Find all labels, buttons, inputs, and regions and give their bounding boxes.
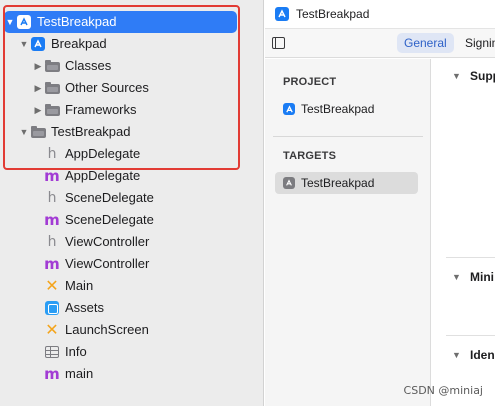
nav-item-classes-folder[interactable]: ▶ Classes [0,55,264,77]
objc-file-icon: m [44,254,60,273]
nav-item-launchscreen[interactable]: ✕ LaunchScreen [0,319,264,341]
nav-item-testbreakpad-project[interactable]: ▼ TestBreakpad [4,11,237,33]
nav-item-label: AppDelegate [65,168,141,183]
nav-item-label: main [65,366,94,381]
folder-icon [44,80,60,96]
chevron-down-icon[interactable]: ▼ [452,350,461,360]
nav-item-label: SceneDelegate [65,212,154,227]
target-item-label: TestBreakpad [301,176,375,190]
nav-item-label: AppDelegate [65,146,141,161]
editor-tab-bar: General Signing [265,29,495,58]
divider [446,257,495,258]
project-targets-list: PROJECT TestBreakpad TARGETS TestBreakpa… [265,59,431,406]
chevron-down-icon[interactable]: ▼ [18,121,30,143]
xcode-project-icon [283,103,295,115]
tab-signing[interactable]: Signing [465,33,495,53]
settings-pane: ▼ Supp ▼ Mini ▼ Iden [432,59,495,406]
nav-item-viewcontroller-m[interactable]: m ViewController [0,253,264,275]
editor-jump-bar[interactable]: TestBreakpad [265,0,495,29]
app-target-icon [283,177,295,189]
nav-item-label: LaunchScreen [65,322,149,337]
project-navigator: ▼ TestBreakpad ▼ Breakpad ▶ Classes ▶ Ot… [0,0,264,406]
nav-item-label: Other Sources [65,80,149,95]
header-file-icon: h [47,146,57,162]
nav-item-appdelegate-m[interactable]: m AppDelegate [0,165,264,187]
chevron-right-icon[interactable]: ▶ [32,77,44,99]
nav-item-viewcontroller-h[interactable]: h ViewController [0,231,264,253]
plist-icon [44,344,60,360]
xcode-project-icon [275,7,289,21]
asset-catalog-icon [44,300,60,316]
nav-item-label: ViewController [65,256,150,271]
chevron-down-icon[interactable]: ▼ [18,33,30,55]
objc-file-icon: m [44,210,60,229]
chevron-right-icon[interactable]: ▶ [32,55,44,77]
target-item[interactable]: TestBreakpad [275,172,418,194]
xcode-project-icon [30,36,46,52]
nav-item-label: Info [65,344,87,359]
targets-section-header: TARGETS [283,150,337,162]
watermark: CSDN @miniaj [403,384,483,397]
section-supported-destinations[interactable]: Supp [470,69,495,83]
nav-item-label: Main [65,278,94,293]
nav-item-label: Breakpad [51,36,107,51]
nav-item-label: Assets [65,300,105,315]
divider [273,136,423,137]
nav-item-breakpad-project[interactable]: ▼ Breakpad [0,33,264,55]
divider [446,335,495,336]
objc-file-icon: m [44,166,60,185]
nav-item-label: TestBreakpad [51,124,131,139]
nav-item-testbreakpad-folder[interactable]: ▼ TestBreakpad [0,121,264,143]
nav-item-scenedelegate-h[interactable]: h SceneDelegate [0,187,264,209]
folder-icon [44,58,60,74]
section-identity[interactable]: Iden [470,348,495,362]
nav-item-other-sources-folder[interactable]: ▶ Other Sources [0,77,264,99]
nav-item-label: Classes [65,58,112,73]
nav-item-scenedelegate-m[interactable]: m SceneDelegate [0,209,264,231]
objc-file-icon: m [44,364,60,383]
nav-item-label: SceneDelegate [65,190,154,205]
folder-icon [30,124,46,140]
storyboard-icon: ✕ [45,276,59,295]
nav-item-label: TestBreakpad [37,14,117,29]
nav-item-label: ViewController [65,234,150,249]
nav-item-main-storyboard[interactable]: ✕ Main [0,275,264,297]
nav-item-assets[interactable]: Assets [0,297,264,319]
section-minimum-deployments[interactable]: Mini [470,270,494,284]
sidebar-toggle-icon[interactable] [272,37,285,49]
project-section-header: PROJECT [283,76,337,88]
storyboard-icon: ✕ [45,320,59,339]
editor-title: TestBreakpad [296,7,370,21]
nav-item-frameworks-folder[interactable]: ▶ Frameworks [0,99,264,121]
xcode-project-icon [16,14,32,30]
project-item-label: TestBreakpad [301,102,375,116]
header-file-icon: h [47,190,57,206]
folder-icon [44,102,60,118]
chevron-down-icon[interactable]: ▼ [452,272,461,282]
chevron-down-icon[interactable]: ▼ [4,11,16,33]
project-item[interactable]: TestBreakpad [275,98,418,120]
nav-item-info-plist[interactable]: Info [0,341,264,363]
nav-item-main-m[interactable]: m main [0,363,264,385]
nav-item-label: Frameworks [65,102,137,117]
nav-item-appdelegate-h[interactable]: h AppDelegate [0,143,264,165]
tab-general[interactable]: General [397,33,454,53]
chevron-right-icon[interactable]: ▶ [32,99,44,121]
chevron-down-icon[interactable]: ▼ [452,71,461,81]
header-file-icon: h [47,234,57,250]
